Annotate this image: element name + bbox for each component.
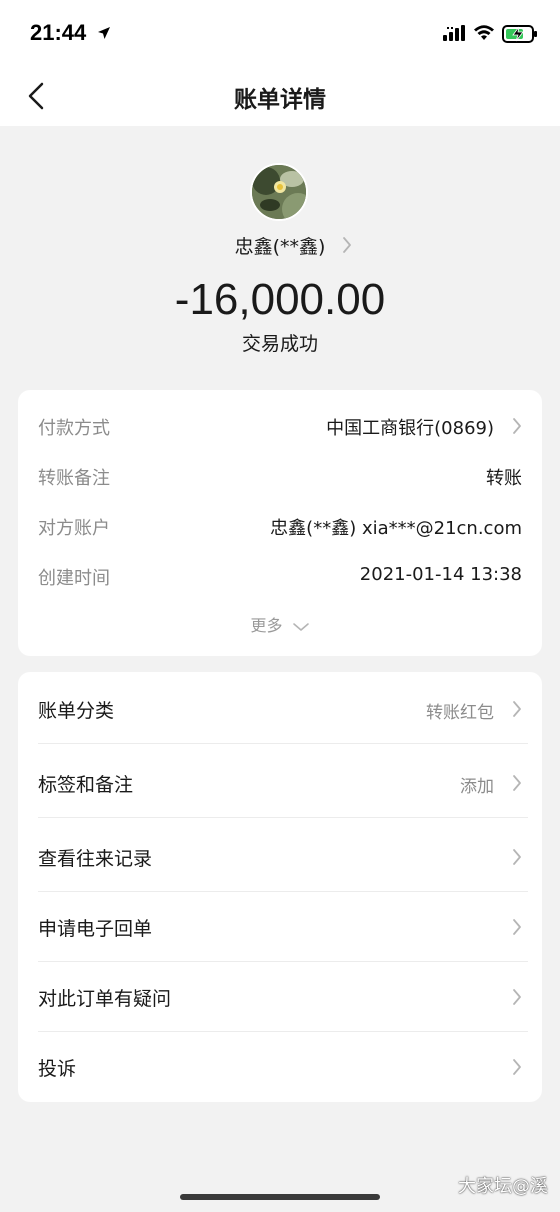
wifi-icon (474, 25, 494, 40)
location-arrow-icon (98, 27, 110, 39)
action-label: 查看往来记录 (38, 848, 153, 870)
detail-label: 对方账户 (38, 518, 110, 539)
watermark: 大家坛@溪 (458, 1176, 548, 1197)
action-label: 账单分类 (38, 700, 115, 722)
detail-value: 中国工商银行(0869) (326, 418, 494, 439)
payee-avatar[interactable] (250, 163, 308, 221)
action-label: 申请电子回单 (38, 918, 153, 940)
battery-charging-icon (502, 25, 537, 43)
action-row-bill-category[interactable]: 账单分类 转账红包 (18, 672, 542, 744)
nav-bar: 账单详情 (0, 66, 560, 126)
detail-value: 2021-01-14 13:38 (359, 564, 522, 585)
action-label: 投诉 (38, 1058, 77, 1080)
actions-card: 账单分类 转账红包 标签和备注 添加 查看往来记录 申请电子回单 对此订单有疑问 (18, 672, 542, 1102)
chevron-right-icon (343, 237, 351, 253)
amount: -16,000.00 (174, 275, 386, 324)
transaction-status: 交易成功 (241, 333, 318, 355)
payee-row[interactable]: 忠鑫(**鑫) (0, 232, 560, 259)
more-label: 更多 (250, 616, 283, 635)
action-value: 转账红包 (426, 703, 494, 723)
divider (38, 817, 528, 818)
home-indicator[interactable] (180, 1194, 380, 1200)
page-title: 账单详情 (234, 87, 326, 113)
divider (38, 743, 528, 744)
flower-photo-icon (252, 165, 306, 219)
details-card: 付款方式 中国工商银行(0869) 转账备注 转账 对方账户 忠鑫(**鑫) x… (18, 390, 542, 656)
action-row-e-receipt[interactable]: 申请电子回单 (18, 890, 542, 962)
chevron-right-icon (513, 1059, 521, 1075)
detail-row-transfer-note: 转账备注 转账 (38, 460, 522, 490)
signal-icon (443, 25, 465, 41)
detail-value: 忠鑫(**鑫) xia***@21cn.com (270, 518, 522, 539)
detail-label: 转账备注 (38, 468, 110, 489)
chevron-right-icon (513, 701, 521, 717)
status-time: 21:44 (30, 20, 87, 45)
action-row-tags-notes[interactable]: 标签和备注 添加 (18, 746, 542, 818)
chevron-down-icon (292, 622, 309, 631)
detail-row-counterparty-account: 对方账户 忠鑫(**鑫) xia***@21cn.com (38, 510, 522, 540)
chevron-right-icon (513, 849, 521, 865)
action-label: 标签和备注 (38, 774, 134, 796)
action-row-complaint[interactable]: 投诉 (18, 1030, 542, 1102)
action-label: 对此订单有疑问 (38, 988, 172, 1010)
detail-row-payment-method[interactable]: 付款方式 中国工商银行(0869) (38, 410, 522, 440)
action-row-history[interactable]: 查看往来记录 (18, 820, 542, 892)
detail-label: 付款方式 (38, 418, 110, 439)
detail-label: 创建时间 (38, 568, 110, 589)
chevron-right-icon (513, 775, 521, 791)
action-value: 添加 (460, 777, 494, 797)
payee-name: 忠鑫(**鑫) (234, 236, 326, 258)
detail-row-created-time: 创建时间 2021-01-14 13:38 (38, 560, 522, 590)
action-row-order-question[interactable]: 对此订单有疑问 (18, 960, 542, 1032)
status-bar: 21:44 (0, 0, 560, 66)
more-button[interactable]: 更多 (18, 612, 542, 636)
detail-value: 转账 (486, 468, 522, 489)
chevron-right-icon (513, 418, 521, 434)
chevron-right-icon (513, 989, 521, 1005)
chevron-right-icon (513, 919, 521, 935)
